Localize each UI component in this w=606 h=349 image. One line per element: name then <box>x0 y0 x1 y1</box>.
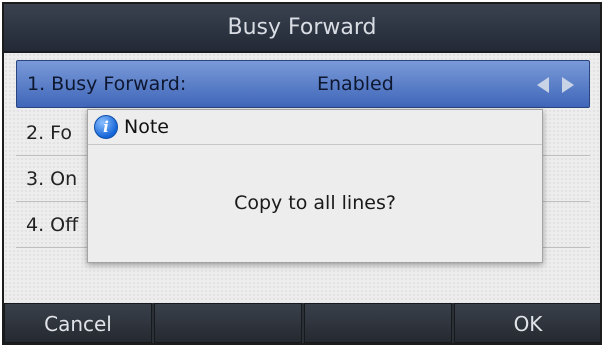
list-item-busy-forward[interactable]: 1. Busy Forward: Enabled <box>16 60 590 108</box>
softkey-bar: Cancel OK <box>4 303 600 343</box>
info-icon: i <box>94 115 118 139</box>
dialog-message: Copy to all lines? <box>234 192 396 214</box>
list-item-label: 4. Off <box>26 214 79 236</box>
note-dialog: i Note Copy to all lines? <box>87 109 543 263</box>
cancel-button[interactable]: Cancel <box>4 303 152 343</box>
screen-title: Busy Forward <box>4 4 600 53</box>
arrow-right-icon[interactable] <box>562 77 574 93</box>
list-item-label: 3. On <box>26 168 78 190</box>
softkey-2[interactable] <box>154 303 302 343</box>
list-item-label: 1. Busy Forward: <box>27 73 187 95</box>
phone-screen: Busy Forward 1. Busy Forward: Enabled 2.… <box>2 2 602 345</box>
list-item-label: 2. Fo <box>26 122 73 144</box>
ok-button[interactable]: OK <box>454 303 600 343</box>
arrow-left-icon[interactable] <box>537 77 549 93</box>
dialog-header: i Note <box>88 110 542 145</box>
list-item-value: Enabled <box>317 73 394 95</box>
softkey-3[interactable] <box>304 303 452 343</box>
dialog-title: Note <box>124 116 169 138</box>
